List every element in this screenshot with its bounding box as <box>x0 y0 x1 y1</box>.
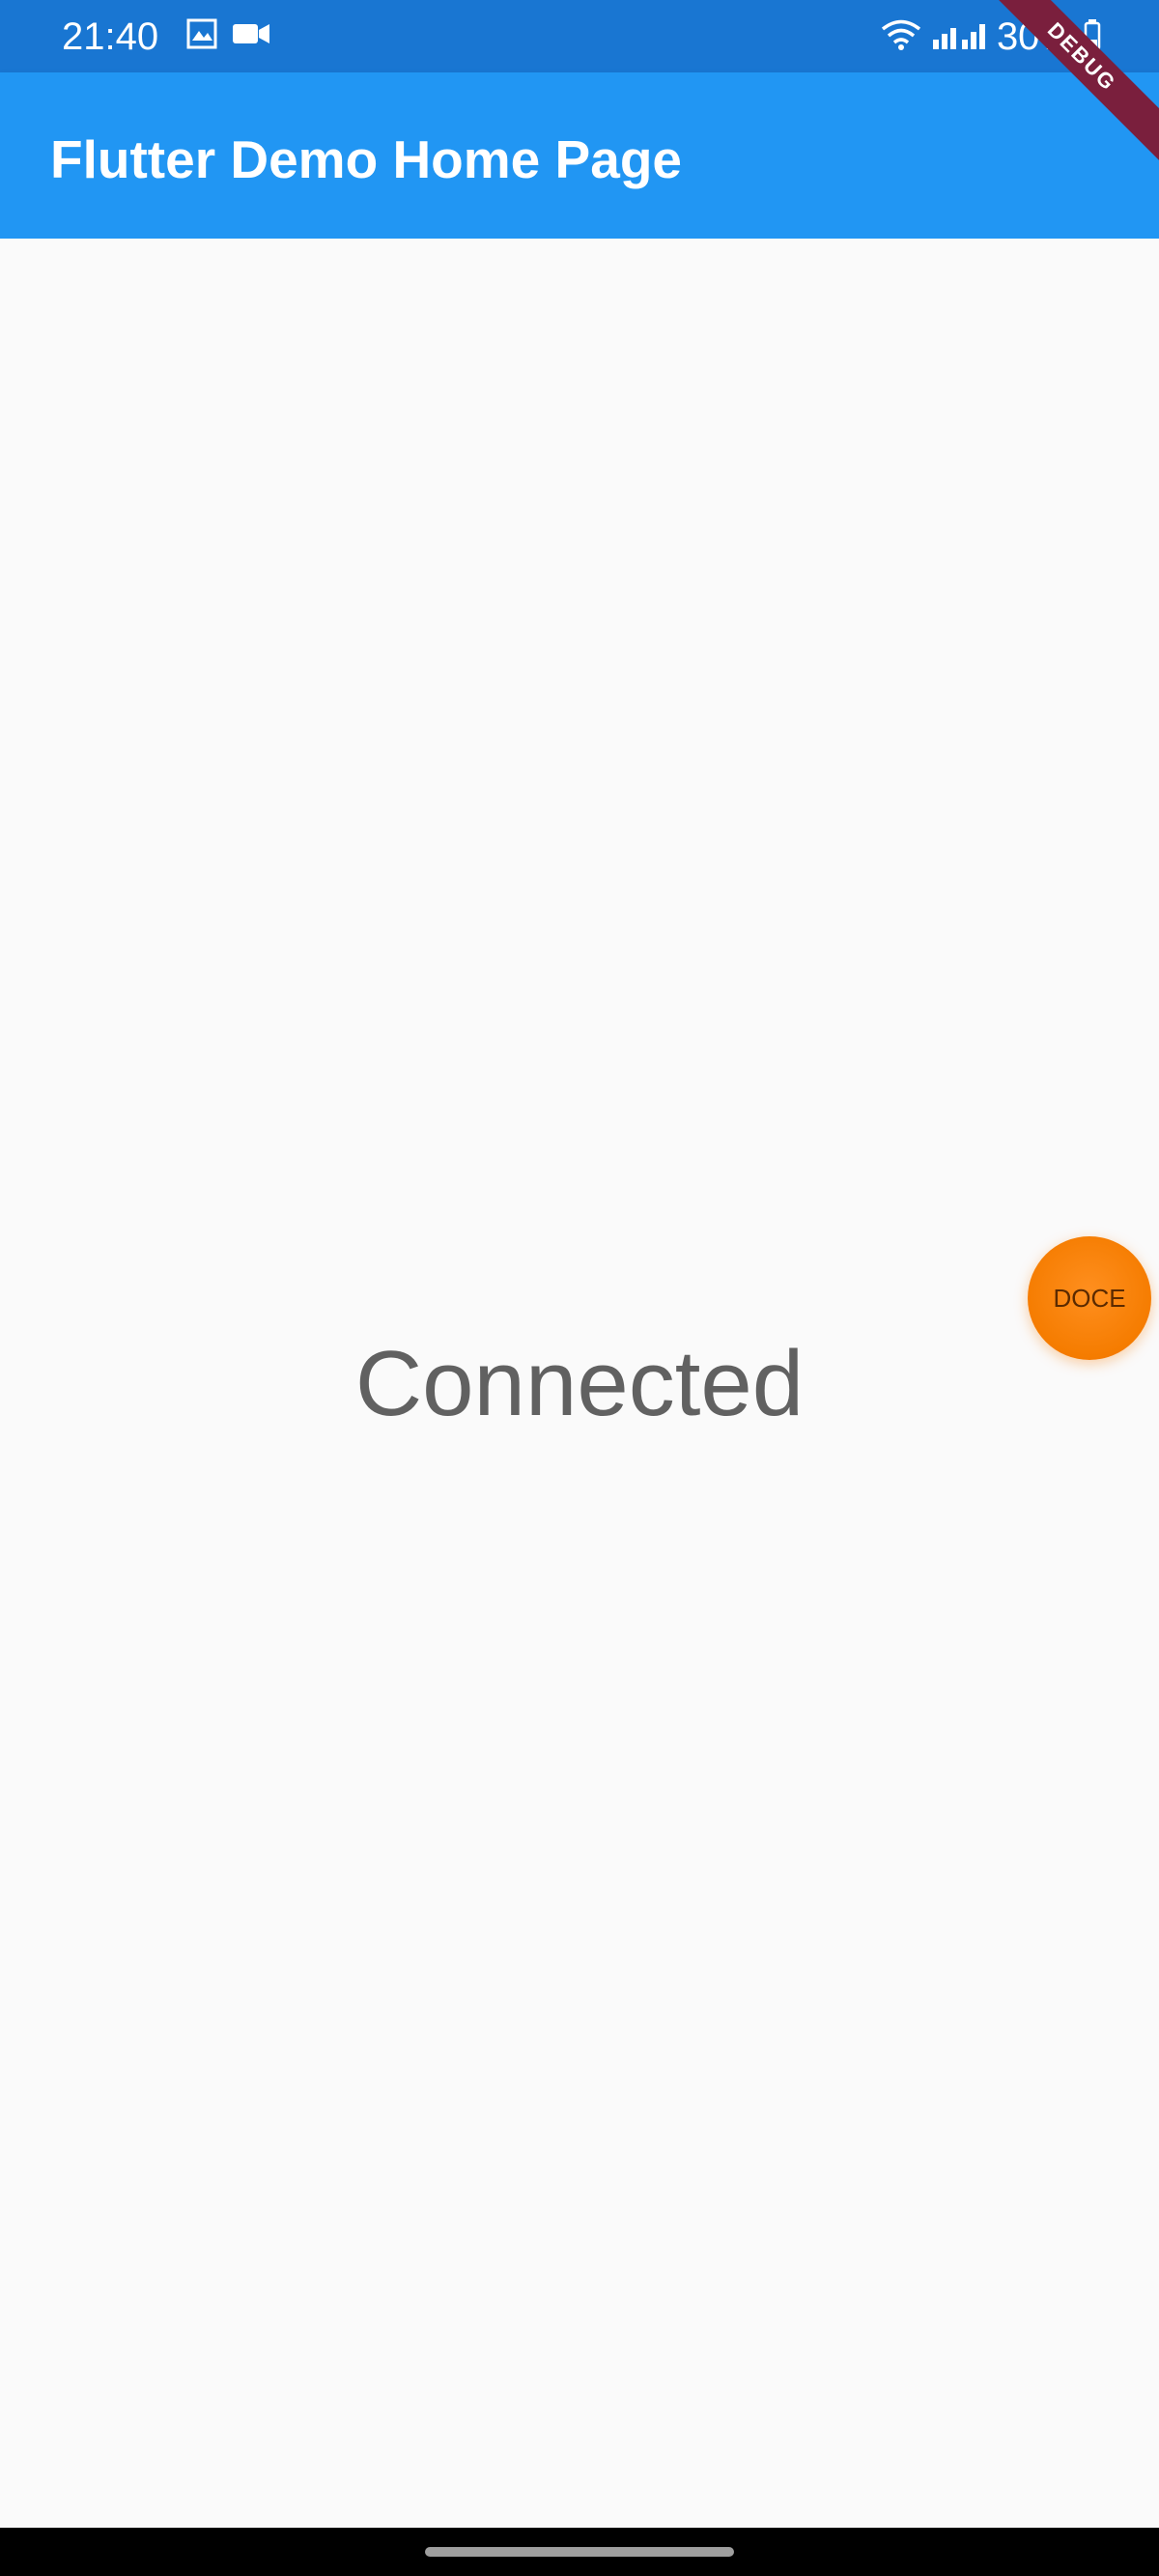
gallery-icon <box>185 17 218 55</box>
app-bar: Flutter Demo Home Page <box>0 72 1159 239</box>
status-time: 21:40 <box>62 15 159 58</box>
navigation-bar <box>0 2528 1159 2576</box>
floating-bubble[interactable]: DOCE <box>1028 1236 1151 1360</box>
battery-icon <box>1084 18 1101 56</box>
video-camera-icon <box>232 20 270 52</box>
battery-text: 30% <box>996 15 1074 58</box>
page-title: Flutter Demo Home Page <box>50 129 683 189</box>
wifi-icon <box>881 18 921 56</box>
status-left-icons <box>185 16 270 55</box>
status-bar: 21:40 30% <box>0 0 1159 72</box>
connection-status-text: Connected <box>354 1332 805 1435</box>
status-right-icons: 30% <box>881 14 1101 60</box>
floating-bubble-label: DOCE <box>1053 1283 1126 1313</box>
main-content: Connected <box>0 239 1159 2528</box>
signal-icon <box>931 18 987 56</box>
home-gesture-handle[interactable] <box>425 2547 734 2557</box>
